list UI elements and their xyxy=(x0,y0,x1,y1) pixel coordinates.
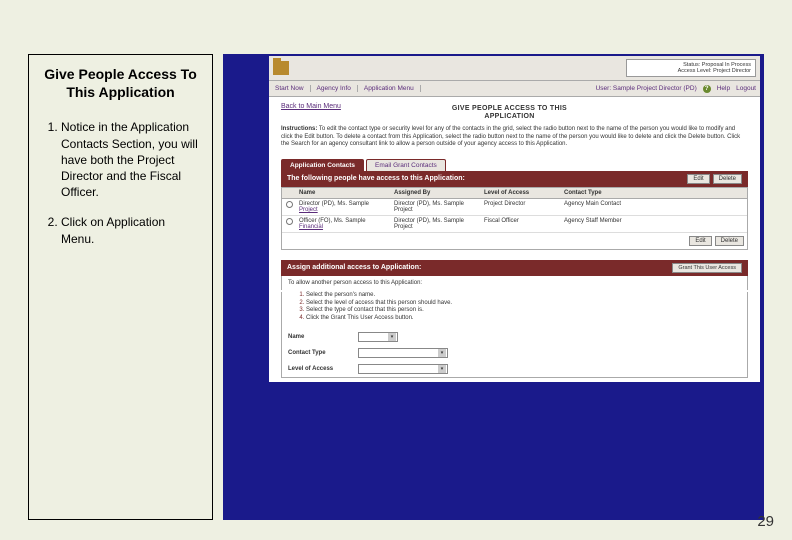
app-topbar: Start Now Agency Info Application Menu U… xyxy=(269,80,760,97)
col-ctype: Contact Type xyxy=(561,188,747,198)
form-row-ctype: Contact Type ▾ xyxy=(281,345,748,361)
assign-subtext: To allow another person access to this A… xyxy=(281,276,748,290)
user-label: User: Sample Project Director (PD) xyxy=(596,85,697,92)
assign-section: Assign additional access to Application:… xyxy=(281,260,748,378)
instruction-title: Give People Access To This Application xyxy=(43,65,198,101)
access-bar: The following people have access to this… xyxy=(281,171,748,187)
nav-agency[interactable]: Agency Info xyxy=(311,85,358,92)
folder-icon xyxy=(273,61,289,75)
status-line2: Access Level: Project Director xyxy=(631,68,751,74)
tab-app-contacts[interactable]: Application Contacts xyxy=(281,159,364,171)
table-row: Officer (FO), Ms. SampleFinancial Direct… xyxy=(282,216,747,233)
edit-button[interactable]: Edit xyxy=(687,174,709,184)
level-select[interactable]: ▾ xyxy=(358,364,448,374)
ctype-select[interactable]: ▾ xyxy=(358,348,448,358)
back-link[interactable]: Back to Main Menu xyxy=(281,103,341,110)
assign-bar: Assign additional access to Application:… xyxy=(281,260,748,276)
chevron-down-icon: ▾ xyxy=(438,365,446,373)
instruction-panel: Give People Access To This Application N… xyxy=(28,54,213,520)
help-link[interactable]: Help xyxy=(717,85,730,92)
col-name: Name xyxy=(296,188,391,198)
assign-steps: Select the person's name. Select the lev… xyxy=(288,292,741,323)
contacts-table: Name Assigned By Level of Access Contact… xyxy=(281,187,748,250)
grant-access-button[interactable]: Grant This User Access xyxy=(672,263,742,273)
contacts-section: Application Contacts Email Grant Contact… xyxy=(281,159,748,250)
row-radio[interactable] xyxy=(286,218,293,225)
row-name-link[interactable]: Project xyxy=(299,207,318,213)
chevron-down-icon: ▾ xyxy=(438,349,446,357)
col-assigned: Assigned By xyxy=(391,188,481,198)
app-body: Back to Main Menu GIVE PEOPLE ACCESS TO … xyxy=(269,97,760,382)
form-row-name: Name ▾ xyxy=(281,329,748,345)
instruction-item-2: Click on Application Menu. xyxy=(61,214,198,246)
screenshot-panel: Status: Proposal In Process Access Level… xyxy=(223,54,764,520)
chevron-down-icon: ▾ xyxy=(388,333,396,341)
page-number: 29 xyxy=(757,513,774,530)
delete-button[interactable]: Delete xyxy=(713,174,742,184)
app-header: Status: Proposal In Process Access Level… xyxy=(269,56,760,80)
form-row-level: Level of Access ▾ xyxy=(281,361,748,378)
app-window: Status: Proposal In Process Access Level… xyxy=(269,56,760,382)
name-select[interactable]: ▾ xyxy=(358,332,398,342)
instruction-item-1: Notice in the Application Contacts Secti… xyxy=(61,119,198,200)
row-name-link[interactable]: Financial xyxy=(299,224,323,230)
delete-button-2[interactable]: Delete xyxy=(715,236,744,246)
page-title: GIVE PEOPLE ACCESS TO THIS APPLICATION xyxy=(341,105,678,120)
instruction-list: Notice in the Application Contacts Secti… xyxy=(43,119,198,246)
col-level: Level of Access xyxy=(481,188,561,198)
logout-link[interactable]: Logout xyxy=(736,85,756,92)
tab-email-contacts[interactable]: Email Grant Contacts xyxy=(366,159,446,171)
table-row: Director (PD), Ms. SampleProject Directo… xyxy=(282,199,747,216)
edit-button-2[interactable]: Edit xyxy=(689,236,711,246)
status-box: Status: Proposal In Process Access Level… xyxy=(626,59,756,77)
instructions-block: Instructions: To edit the contact type o… xyxy=(281,126,748,149)
nav-appmenu[interactable]: Application Menu xyxy=(358,85,421,92)
nav-start[interactable]: Start Now xyxy=(269,85,311,92)
row-radio[interactable] xyxy=(286,201,293,208)
help-icon[interactable]: ? xyxy=(703,85,711,93)
